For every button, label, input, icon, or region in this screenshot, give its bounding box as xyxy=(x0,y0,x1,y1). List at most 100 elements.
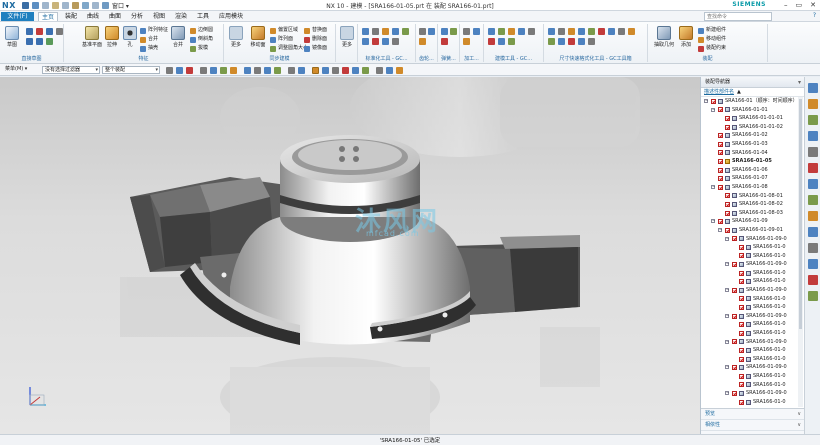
edge-blend-button[interactable]: 边倒圆 xyxy=(190,27,213,34)
visibility-checkbox[interactable] xyxy=(718,176,723,182)
visibility-checkbox[interactable] xyxy=(739,382,744,388)
tree-node[interactable]: − SRA166-01-09-0 xyxy=(701,312,797,321)
tree-node[interactable]: SRA166-01-08-03 xyxy=(701,209,797,218)
tab-tools[interactable]: 工具 xyxy=(194,12,212,21)
gc-key-icon[interactable] xyxy=(392,38,399,45)
visibility-checkbox[interactable] xyxy=(732,262,737,268)
history-icon[interactable] xyxy=(808,179,818,189)
help-icon[interactable]: ? xyxy=(813,12,816,19)
tree-node[interactable]: SRA166-01-0 xyxy=(701,295,797,304)
visibility-checkbox[interactable] xyxy=(739,270,744,276)
visibility-checkbox[interactable] xyxy=(718,158,723,164)
gc-thread-icon[interactable] xyxy=(372,38,379,45)
arc-icon[interactable] xyxy=(36,28,43,35)
tree-node[interactable]: SRA166-01-0 xyxy=(701,355,797,364)
reuse-library-icon[interactable] xyxy=(808,131,818,141)
expand-collapse-icon[interactable]: − xyxy=(725,313,729,318)
tree-node[interactable]: SRA166-01-0 xyxy=(701,269,797,278)
gc-nut-icon[interactable] xyxy=(392,28,399,35)
extrude-button[interactable]: 拉伸 xyxy=(102,26,122,52)
deselect-icon[interactable] xyxy=(186,67,193,74)
tree-node[interactable]: SRA166-01-08-01 xyxy=(701,192,797,201)
dim-format-icon-4[interactable] xyxy=(578,28,585,35)
tree-node[interactable]: SRA166-01-01-01 xyxy=(701,114,797,123)
spring-compress-icon[interactable] xyxy=(450,28,457,35)
visibility-checkbox[interactable] xyxy=(718,150,723,156)
gc-model-icon-1[interactable] xyxy=(488,28,495,35)
visibility-checkbox[interactable] xyxy=(725,227,730,233)
dim-format-icon-1[interactable] xyxy=(548,28,555,35)
tab-curve[interactable]: 曲线 xyxy=(84,12,102,21)
rectangle-icon[interactable] xyxy=(46,28,53,35)
tree-node[interactable]: SRA166-01-02 xyxy=(701,131,797,140)
dim-format-icon-11[interactable] xyxy=(558,38,565,45)
cut-icon[interactable] xyxy=(52,2,59,9)
tree-node[interactable]: − SRA166-01-09 xyxy=(701,217,797,226)
tree-node[interactable]: SRA166-01-06 xyxy=(701,166,797,175)
close-button[interactable]: ✕ xyxy=(810,1,816,9)
part-navigator-icon[interactable] xyxy=(808,83,818,93)
preview-section[interactable]: 预览 ∨ xyxy=(701,409,805,420)
system-scenes-icon[interactable] xyxy=(808,259,818,269)
resource-icon-14[interactable] xyxy=(808,291,818,301)
circle-icon[interactable] xyxy=(36,38,43,45)
spring-icon[interactable] xyxy=(441,28,448,35)
tab-home[interactable]: 主页 xyxy=(38,12,59,21)
expand-collapse-icon[interactable]: − xyxy=(711,107,715,112)
extract-geometry-button[interactable]: 抽取几何 xyxy=(652,26,676,52)
snap-intersect-icon[interactable] xyxy=(322,67,329,74)
snap-existing-icon[interactable] xyxy=(396,67,403,74)
manufacturing-wizard-icon[interactable] xyxy=(808,227,818,237)
dim-format-icon-8[interactable] xyxy=(618,28,625,35)
tree-node[interactable]: SRA166-01-0 xyxy=(701,303,797,312)
switch-window-icon[interactable] xyxy=(102,2,109,9)
line-icon[interactable] xyxy=(26,28,33,35)
tree-node[interactable]: SRA166-01-0 xyxy=(701,398,797,407)
tree-node[interactable]: − SRA166-01-09-0 xyxy=(701,260,797,269)
gc-hole-icon[interactable] xyxy=(362,38,369,45)
offset-region-button[interactable]: 偏置区域 xyxy=(270,27,298,34)
more-sketch-icon[interactable] xyxy=(56,28,63,35)
expand-collapse-icon[interactable]: − xyxy=(711,219,715,224)
visibility-checkbox[interactable] xyxy=(718,107,723,113)
pin-icon[interactable]: ▾ xyxy=(798,77,801,88)
dim-format-icon-7[interactable] xyxy=(608,28,615,35)
tree-node[interactable]: SRA166-01-0 xyxy=(701,277,797,286)
undo-icon[interactable] xyxy=(32,2,39,9)
tree-node[interactable]: SRA166-01-0 xyxy=(701,320,797,329)
visibility-checkbox[interactable] xyxy=(739,373,744,379)
dim-format-icon-10[interactable] xyxy=(548,38,555,45)
visibility-checkbox[interactable] xyxy=(732,339,737,345)
snap-quadrant-icon[interactable] xyxy=(230,67,237,74)
touch-mode-icon[interactable] xyxy=(92,2,99,9)
snap-point-icon[interactable] xyxy=(312,67,319,74)
repeat-command-icon[interactable] xyxy=(82,2,89,9)
tree-node[interactable]: − SRA166-01-01 xyxy=(701,106,797,115)
tree-node[interactable]: SRA166-01-05 xyxy=(701,157,797,166)
redo-icon[interactable] xyxy=(42,2,49,9)
shell-button[interactable]: 抽壳 xyxy=(140,45,158,52)
point-icon[interactable] xyxy=(46,38,53,45)
replace-face-button[interactable]: 替换面 xyxy=(304,27,327,34)
tree-node[interactable]: SRA166-01-0 xyxy=(701,243,797,252)
new-component-button[interactable]: 新建组件 xyxy=(698,27,726,34)
paste-icon[interactable] xyxy=(72,2,79,9)
save-icon[interactable] xyxy=(22,2,29,9)
expand-collapse-icon[interactable]: − xyxy=(725,236,729,241)
visibility-checkbox[interactable] xyxy=(725,210,730,216)
stock-icon[interactable] xyxy=(463,38,470,45)
add-component-button[interactable]: 添加 xyxy=(676,26,696,52)
visibility-checkbox[interactable] xyxy=(718,167,723,173)
machining-icon[interactable] xyxy=(463,28,470,35)
toolpath-icon[interactable] xyxy=(473,28,480,35)
tab-assembly[interactable]: 装配 xyxy=(62,12,80,21)
tab-surface[interactable]: 曲面 xyxy=(106,12,124,21)
visibility-checkbox[interactable] xyxy=(725,115,730,121)
visibility-checkbox[interactable] xyxy=(732,365,737,371)
visibility-checkbox[interactable] xyxy=(718,141,723,147)
tab-render[interactable]: 渲染 xyxy=(172,12,190,21)
roles-icon[interactable] xyxy=(808,243,818,253)
expand-collapse-icon[interactable]: − xyxy=(725,288,729,293)
dim-format-icon-13[interactable] xyxy=(578,38,585,45)
orientation-icon[interactable] xyxy=(298,67,305,74)
